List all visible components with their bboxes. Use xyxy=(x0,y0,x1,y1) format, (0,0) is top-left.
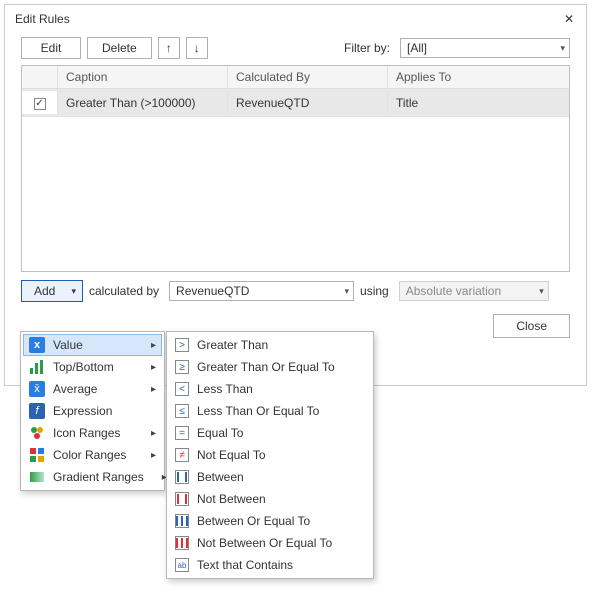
rules-grid: Caption Calculated By Applies To ✓ Great… xyxy=(21,65,570,272)
using-label: using xyxy=(360,284,389,298)
menu-item-icon-ranges[interactable]: Icon Ranges ▸ xyxy=(23,422,162,444)
chevron-right-icon: ▸ xyxy=(151,428,156,439)
greater-than-icon: > xyxy=(175,338,189,352)
less-than-equal-icon: ≤ xyxy=(175,404,189,418)
text-contains-icon: ab xyxy=(175,558,189,572)
using-select: Absolute variation ▾ xyxy=(399,281,549,301)
menu-item-value[interactable]: x Value ▸ xyxy=(23,334,162,356)
color-ranges-icon xyxy=(29,447,45,463)
row-applies: Title xyxy=(388,92,569,114)
value-submenu: > Greater Than ≥ Greater Than Or Equal T… xyxy=(166,331,374,579)
edit-button[interactable]: Edit xyxy=(21,37,81,59)
menu-item-gradient-ranges[interactable]: Gradient Ranges ▸ xyxy=(23,466,162,488)
icon-ranges-icon xyxy=(29,425,45,441)
close-button[interactable]: Close xyxy=(493,314,570,338)
row-checkbox-cell[interactable]: ✓ xyxy=(22,91,58,114)
between-equal-icon xyxy=(175,514,189,528)
not-equal-icon: ≠ xyxy=(175,448,189,462)
filter-by-select[interactable]: [All] ▾ xyxy=(400,38,570,58)
grid-body: ✓ Greater Than (>100000) RevenueQTD Titl… xyxy=(22,89,569,272)
submenu-greater-than[interactable]: > Greater Than xyxy=(169,334,371,356)
grid-header-calc: Calculated By xyxy=(228,66,388,88)
submenu-not-between[interactable]: Not Between xyxy=(169,488,371,510)
filter-by-label: Filter by: xyxy=(344,41,390,55)
edit-rules-dialog: Edit Rules ✕ Edit Delete ↑ ↓ Filter by: … xyxy=(4,4,587,386)
delete-button[interactable]: Delete xyxy=(87,37,152,59)
submenu-greater-than-or-equal[interactable]: ≥ Greater Than Or Equal To xyxy=(169,356,371,378)
top-bottom-icon xyxy=(29,359,45,375)
chevron-right-icon: ▸ xyxy=(151,450,156,461)
dialog-titlebar: Edit Rules ✕ xyxy=(5,5,586,33)
not-between-icon xyxy=(175,492,189,506)
formula-row: Add ▾ calculated by RevenueQTD ▾ using A… xyxy=(5,272,586,310)
filter-by-value: [All] xyxy=(407,41,427,55)
submenu-equal-to[interactable]: = Equal To xyxy=(169,422,371,444)
move-up-button[interactable]: ↑ xyxy=(158,37,180,59)
submenu-less-than-or-equal[interactable]: ≤ Less Than Or Equal To xyxy=(169,400,371,422)
submenu-less-than[interactable]: < Less Than xyxy=(169,378,371,400)
close-icon[interactable]: ✕ xyxy=(560,11,578,27)
submenu-text-contains[interactable]: ab Text that Contains xyxy=(169,554,371,576)
not-between-equal-icon xyxy=(175,536,189,550)
menu-item-topbottom[interactable]: Top/Bottom ▸ xyxy=(23,356,162,378)
less-than-icon: < xyxy=(175,382,189,396)
submenu-not-between-or-equal[interactable]: Not Between Or Equal To xyxy=(169,532,371,554)
calculated-by-label: calculated by xyxy=(89,284,159,298)
grid-header-caption: Caption xyxy=(58,66,228,88)
move-down-button[interactable]: ↓ xyxy=(186,37,208,59)
toolbar: Edit Delete ↑ ↓ Filter by: [All] ▾ xyxy=(5,33,586,65)
row-caption: Greater Than (>100000) xyxy=(58,92,228,114)
menu-item-color-ranges[interactable]: Color Ranges ▸ xyxy=(23,444,162,466)
chevron-down-icon: ▾ xyxy=(539,286,544,297)
menu-item-expression[interactable]: f Expression xyxy=(23,400,162,422)
submenu-between-or-equal[interactable]: Between Or Equal To xyxy=(169,510,371,532)
chevron-right-icon: ▸ xyxy=(151,362,156,373)
gradient-ranges-icon xyxy=(29,469,45,485)
add-button[interactable]: Add ▾ xyxy=(21,280,83,302)
equal-icon: = xyxy=(175,426,189,440)
submenu-between[interactable]: Between xyxy=(169,466,371,488)
chevron-down-icon: ▾ xyxy=(560,43,565,54)
grid-header: Caption Calculated By Applies To xyxy=(22,66,569,89)
expression-icon: f xyxy=(29,403,45,419)
chevron-right-icon: ▸ xyxy=(151,384,156,395)
add-menu: x Value ▸ Top/Bottom ▸ x̄ Average ▸ f Ex… xyxy=(20,331,165,491)
between-icon xyxy=(175,470,189,484)
chevron-right-icon: ▸ xyxy=(151,340,156,351)
submenu-not-equal-to[interactable]: ≠ Not Equal To xyxy=(169,444,371,466)
average-icon: x̄ xyxy=(29,381,45,397)
table-row[interactable]: ✓ Greater Than (>100000) RevenueQTD Titl… xyxy=(22,89,569,117)
grid-header-check xyxy=(22,66,58,88)
calculated-by-select[interactable]: RevenueQTD ▾ xyxy=(169,281,354,301)
add-button-label: Add xyxy=(34,284,55,298)
chevron-down-icon: ▾ xyxy=(71,286,76,297)
row-calc: RevenueQTD xyxy=(228,92,388,114)
calculated-by-value: RevenueQTD xyxy=(176,284,249,298)
using-value: Absolute variation xyxy=(406,284,501,298)
grid-header-applies: Applies To xyxy=(388,66,569,88)
greater-than-equal-icon: ≥ xyxy=(175,360,189,374)
chevron-down-icon: ▾ xyxy=(345,286,350,297)
dialog-title: Edit Rules xyxy=(15,12,70,26)
checkbox-checked-icon[interactable]: ✓ xyxy=(34,98,46,110)
value-icon: x xyxy=(29,337,45,353)
menu-item-average[interactable]: x̄ Average ▸ xyxy=(23,378,162,400)
